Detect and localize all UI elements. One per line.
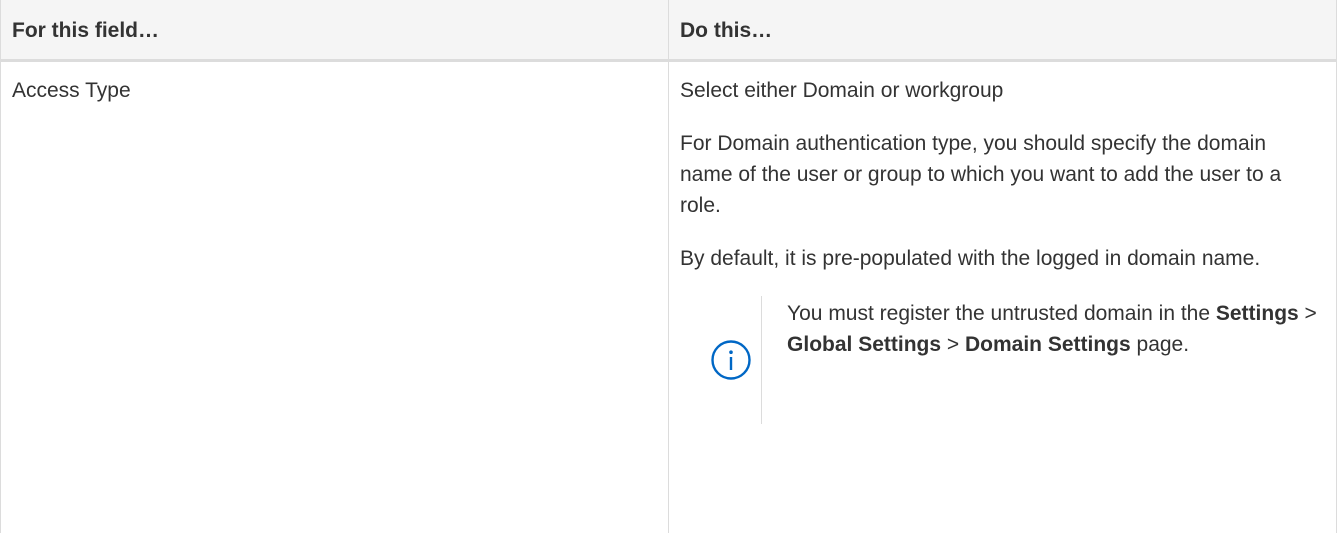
info-circle-icon (710, 340, 751, 380)
field-name: Access Type (12, 79, 131, 102)
header-action-column: Do this… (680, 19, 773, 42)
menu-path-separator: > (1298, 302, 1317, 325)
field-name-cell: Access Type (1, 62, 669, 533)
instruction-paragraph: By default, it is pre-populated with the… (680, 247, 1261, 270)
instruction-paragraph: Select either Domain or workgroup (680, 79, 1004, 102)
field-table: For this field… Do this… Access Type Sel… (0, 0, 1337, 533)
menu-path-separator: > (941, 333, 965, 356)
menu-path-settings: Settings (1215, 302, 1299, 325)
note-prefix: You must register the untrusted domain i… (787, 302, 1216, 325)
header-field-column: For this field… (1, 0, 669, 59)
menu-path-domain-settings: Domain Settings (965, 333, 1131, 356)
table-header-row: For this field… Do this… (1, 0, 1336, 62)
instruction-cell: Select either Domain or workgroup For Do… (669, 62, 1336, 533)
note-icon-cell (680, 296, 763, 424)
note-suffix: page. (1130, 333, 1190, 356)
menu-path-global-settings: Global Settings (787, 333, 942, 356)
note-text: You must register the untrusted domain i… (762, 296, 1322, 424)
instruction-paragraph: For Domain authentication type, you shou… (680, 132, 1282, 217)
note-admonition: You must register the untrusted domain i… (680, 296, 1322, 424)
table-row: Access Type Select either Domain or work… (1, 62, 1336, 533)
